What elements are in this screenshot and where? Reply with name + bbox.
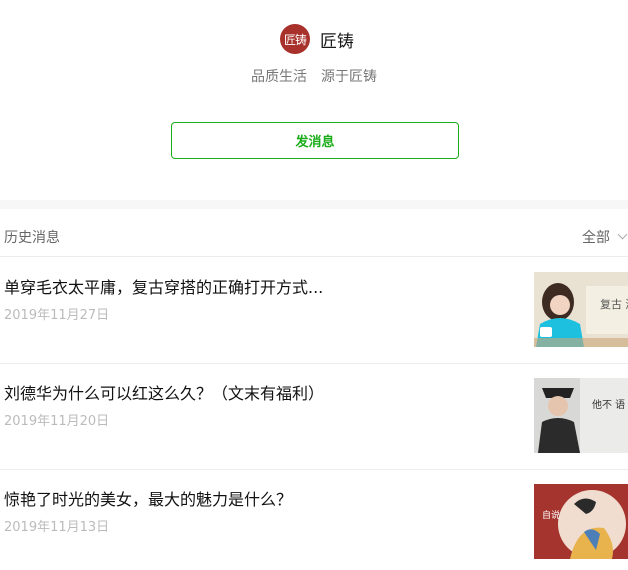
history-header: 历史消息 全部 xyxy=(0,209,628,257)
history-title: 历史消息 xyxy=(4,230,60,246)
thumbnail-text: 自说 xyxy=(542,509,560,521)
account-tagline: 品质生活 源于匠铸 xyxy=(251,69,377,85)
article-title[interactable]: 刘德华为什么可以红这么久？（文末有福利） xyxy=(4,380,324,404)
article-thumbnail[interactable]: 他不 语 xyxy=(534,378,628,453)
thumbnail-text: 复古 潮 xyxy=(600,297,628,311)
article-title[interactable]: 惊艳了时光的美女，最大的魅力是什么？ xyxy=(4,486,292,510)
article-date: 2019年11月27日 xyxy=(4,308,110,323)
thumbnail-image: 他不 语 xyxy=(534,378,628,453)
account-name: 匠铸 xyxy=(320,31,354,52)
thumbnail-text: 他不 语 xyxy=(592,398,625,411)
thumbnail-image: 自说 xyxy=(534,484,628,559)
chevron-down-icon xyxy=(617,229,628,240)
list-item[interactable]: 惊艳了时光的美女，最大的魅力是什么？ 2019年11月13日 自说 xyxy=(0,470,628,570)
article-title[interactable]: 单穿毛衣太平庸，复古穿搭的正确打开方式... xyxy=(4,274,323,298)
list-item[interactable]: 刘德华为什么可以红这么久？（文末有福利） 2019年11月20日 他不 语 xyxy=(0,364,628,470)
account-profile: 匠铸 匠铸 品质生活 源于匠铸 发消息 xyxy=(0,0,628,200)
account-brand: 匠铸 匠铸 xyxy=(280,24,354,54)
thumbnail-image: 复古 潮 xyxy=(534,272,628,347)
history-filter-dropdown[interactable]: 全部 xyxy=(582,227,628,247)
filter-label: 全部 xyxy=(582,230,610,246)
article-thumbnail[interactable]: 复古 潮 xyxy=(534,272,628,347)
section-divider xyxy=(0,200,628,209)
send-message-button[interactable]: 发消息 xyxy=(171,122,459,159)
list-item[interactable]: 单穿毛衣太平庸，复古穿搭的正确打开方式... 2019年11月27日 复古 潮 xyxy=(0,258,628,364)
article-thumbnail[interactable]: 自说 xyxy=(534,484,628,559)
history-list: 单穿毛衣太平庸，复古穿搭的正确打开方式... 2019年11月27日 复古 潮 … xyxy=(0,258,628,570)
avatar[interactable]: 匠铸 xyxy=(280,24,310,54)
article-date: 2019年11月20日 xyxy=(4,414,110,429)
article-date: 2019年11月13日 xyxy=(4,520,110,535)
